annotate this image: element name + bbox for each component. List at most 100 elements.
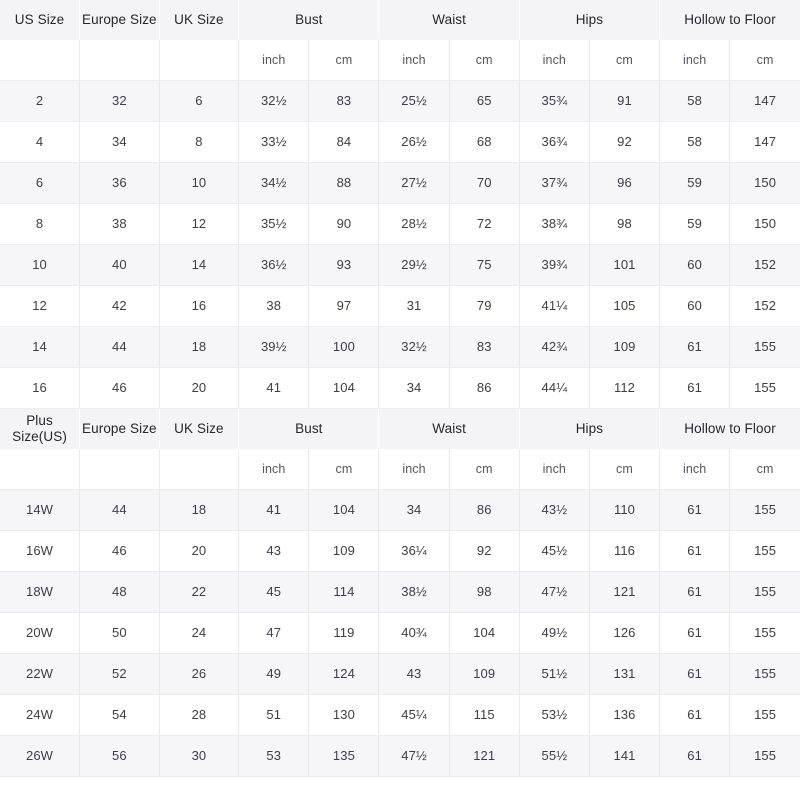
group-header-row: Plus Size(US) Europe Size UK Size Bust Waist… — [0, 409, 800, 449]
column-header-us-size: US Size — [0, 0, 81, 40]
measurement-cell: 121 — [449, 735, 520, 777]
measurement-cell: 72 — [449, 203, 520, 245]
measurement-cell: 16 — [159, 285, 240, 327]
group-header-row: US Size Europe Size UK Size Bust Waist Hips Ho… — [0, 0, 800, 40]
measurement-cell: 38½ — [378, 571, 450, 613]
column-header-europe-size: Europe Size — [79, 0, 160, 40]
measurement-cell: 61 — [659, 489, 731, 531]
measurement-cell: 46 — [79, 367, 160, 409]
table-row: 10 40 14 36½ 93 29½ 75 39¾ 101 60 152 — [0, 244, 800, 286]
table-row: 26W 56 30 53 135 47½ 121 55½ 141 61 155 — [0, 735, 800, 777]
unit-cell-empty — [159, 40, 240, 81]
measurement-cell: 104 — [308, 489, 380, 531]
measurement-cell: 45 — [238, 571, 310, 613]
measurement-cell: 92 — [449, 530, 520, 572]
measurement-cell: 109 — [308, 530, 380, 572]
measurement-cell: 53½ — [519, 694, 590, 736]
table-row: 4 34 8 33½ 84 26½ 68 36¾ 92 58 147 — [0, 121, 800, 163]
measurement-cell: 44 — [79, 326, 160, 368]
measurement-cell: 60 — [659, 285, 731, 327]
column-header-uk-size: UK Size — [159, 409, 240, 449]
unit-cell-empty — [159, 449, 240, 490]
unit-cell-cm: cm — [308, 449, 380, 490]
measurement-cell: 42¾ — [519, 326, 590, 368]
measurement-cell: 61 — [659, 571, 731, 613]
measurement-cell: 114 — [308, 571, 380, 613]
table-row: 2 32 6 32½ 83 25½ 65 35¾ 91 58 147 — [0, 80, 800, 122]
measurement-cell: 104 — [308, 367, 380, 409]
size-label-cell: 16W — [0, 530, 81, 572]
size-label-cell: 2 — [0, 80, 81, 122]
measurement-cell: 34 — [378, 367, 450, 409]
measurement-cell: 115 — [449, 694, 520, 736]
measurement-cell: 68 — [449, 121, 520, 163]
measurement-cell: 61 — [659, 653, 731, 695]
measurement-cell: 96 — [589, 162, 661, 204]
unit-cell-inch: inch — [238, 449, 310, 490]
measurement-cell: 41 — [238, 489, 310, 531]
measurement-cell: 136 — [589, 694, 661, 736]
unit-cell-empty — [0, 40, 81, 81]
column-header-hips: Hips — [519, 0, 661, 40]
measurement-cell: 6 — [159, 80, 240, 122]
measurement-cell: 40¾ — [378, 612, 450, 654]
measurement-cell: 34 — [79, 121, 160, 163]
measurement-cell: 54 — [79, 694, 160, 736]
measurement-cell: 155 — [729, 653, 800, 695]
column-header-uk-size: UK Size — [159, 0, 240, 40]
measurement-cell: 86 — [449, 489, 520, 531]
measurement-cell: 47½ — [378, 735, 450, 777]
measurement-cell: 47 — [238, 612, 310, 654]
size-label-cell: 26W — [0, 735, 81, 777]
column-header-hollow-to-floor: Hollow to Floor — [659, 409, 800, 449]
measurement-cell: 109 — [589, 326, 661, 368]
table-row: 6 36 10 34½ 88 27½ 70 37¾ 96 59 150 — [0, 162, 800, 204]
column-header-bust: Bust — [238, 0, 380, 40]
unit-cell-cm: cm — [589, 40, 661, 81]
measurement-cell: 98 — [589, 203, 661, 245]
unit-cell-cm: cm — [729, 40, 800, 81]
unit-cell-cm: cm — [449, 40, 520, 81]
column-header-waist: Waist — [378, 409, 520, 449]
standard-size-table-grid: US Size Europe Size UK Size Bust Waist Hips Ho… — [0, 0, 800, 409]
measurement-cell: 90 — [308, 203, 380, 245]
measurement-cell: 110 — [589, 489, 661, 531]
measurement-cell: 43 — [378, 653, 450, 695]
measurement-cell: 18 — [159, 489, 240, 531]
measurement-cell: 38¾ — [519, 203, 590, 245]
column-header-hips: Hips — [519, 409, 661, 449]
size-label-cell: 24W — [0, 694, 81, 736]
measurement-cell: 131 — [589, 653, 661, 695]
measurement-cell: 43 — [238, 530, 310, 572]
measurement-cell: 10 — [159, 162, 240, 204]
table-row: 16 46 20 41 104 34 86 44¼ 112 61 155 — [0, 367, 800, 409]
size-label-cell: 22W — [0, 653, 81, 695]
measurement-cell: 92 — [589, 121, 661, 163]
size-label-cell: 18W — [0, 571, 81, 613]
column-header-hollow-to-floor: Hollow to Floor — [659, 0, 800, 40]
size-label-cell: 6 — [0, 162, 81, 204]
unit-cell-inch: inch — [659, 449, 731, 490]
measurement-cell: 31 — [378, 285, 450, 327]
measurement-cell: 56 — [79, 735, 160, 777]
measurement-cell: 14 — [159, 244, 240, 286]
measurement-cell: 33½ — [238, 121, 310, 163]
measurement-cell: 43½ — [519, 489, 590, 531]
measurement-cell: 45½ — [519, 530, 590, 572]
size-chart: US Size Europe Size UK Size Bust Waist Hips Ho… — [0, 0, 800, 800]
measurement-cell: 155 — [729, 694, 800, 736]
measurement-cell: 55½ — [519, 735, 590, 777]
measurement-cell: 26½ — [378, 121, 450, 163]
measurement-cell: 59 — [659, 203, 731, 245]
measurement-cell: 101 — [589, 244, 661, 286]
measurement-cell: 38 — [238, 285, 310, 327]
measurement-cell: 41 — [238, 367, 310, 409]
size-label-cell: 8 — [0, 203, 81, 245]
table-row: 14W 44 18 41 104 34 86 43½ 110 61 155 — [0, 489, 800, 531]
measurement-cell: 37¾ — [519, 162, 590, 204]
unit-header-row: inch cm inch cm inch cm inch cm — [0, 449, 800, 490]
measurement-cell: 49½ — [519, 612, 590, 654]
measurement-cell: 147 — [729, 121, 800, 163]
measurement-cell: 147 — [729, 80, 800, 122]
measurement-cell: 155 — [729, 612, 800, 654]
